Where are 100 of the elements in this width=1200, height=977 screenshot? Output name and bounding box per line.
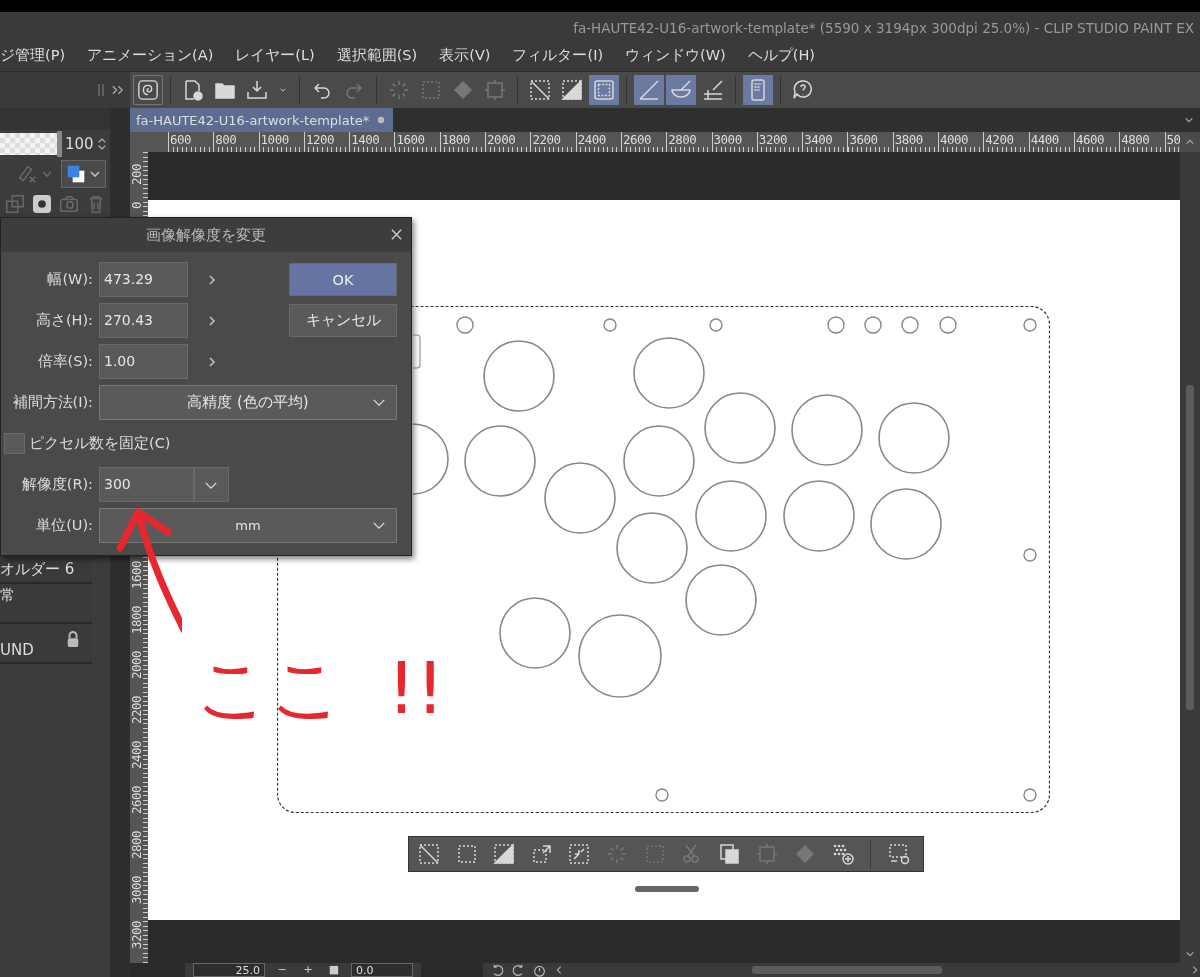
dropdown-value: mm bbox=[235, 518, 261, 533]
ruler-label: 2600 bbox=[130, 786, 143, 817]
input-field[interactable]: 270.43 bbox=[99, 303, 188, 338]
download-icon bbox=[245, 78, 269, 102]
toolbar-button[interactable] bbox=[133, 75, 163, 105]
zoom-control[interactable]: − bbox=[273, 963, 291, 977]
dialog-button[interactable]: OK bbox=[289, 263, 397, 296]
selection-frame-icon bbox=[592, 78, 616, 102]
menu-item[interactable]: フィルター(I) bbox=[501, 46, 615, 65]
ruler-pen-icon bbox=[637, 78, 661, 102]
caret-icon[interactable] bbox=[1184, 115, 1194, 125]
toolbar-button[interactable] bbox=[634, 75, 664, 105]
ruler-label: 3000 bbox=[130, 876, 143, 907]
ruler-label: 3600 bbox=[847, 132, 893, 147]
rotate-left-icon[interactable] bbox=[491, 963, 504, 977]
toolbar-button[interactable] bbox=[666, 75, 696, 105]
ruler-label: 1600 bbox=[394, 132, 440, 147]
ruler-label: 4000 bbox=[938, 132, 984, 147]
rotation-field[interactable]: 0.0 bbox=[351, 963, 413, 977]
ruler-label: 3200 bbox=[756, 132, 803, 147]
layer-row[interactable]: オルダー 6 bbox=[0, 558, 92, 584]
invert-selection-icon bbox=[560, 78, 584, 102]
menu-item[interactable]: ヘルプ(H) bbox=[736, 46, 826, 65]
input-field[interactable]: 1.00 bbox=[99, 344, 188, 379]
menu-item[interactable]: 選択範囲(S) bbox=[325, 46, 429, 65]
grip-icon[interactable] bbox=[97, 82, 105, 98]
color-swatch-icon bbox=[66, 164, 86, 184]
dropdown[interactable]: 高精度 (色の平均) bbox=[99, 385, 397, 420]
slider-handle[interactable] bbox=[57, 131, 62, 157]
ruler-label: 4600 bbox=[1073, 132, 1120, 147]
zoom-field[interactable]: 25.0 bbox=[193, 963, 265, 977]
caret-icon bbox=[89, 168, 101, 180]
opacity-slider[interactable] bbox=[0, 133, 57, 155]
document-tab[interactable]: fa-HAUTE42-U16-artwork-template* bbox=[130, 108, 394, 132]
ruler-label: 600 bbox=[168, 132, 214, 147]
double-chevron-icon[interactable] bbox=[111, 84, 124, 96]
mask-icon bbox=[31, 193, 53, 215]
transform-icon bbox=[755, 842, 780, 866]
scroll-left-icon[interactable] bbox=[554, 965, 564, 975]
scroll-right-icon[interactable] bbox=[1190, 965, 1200, 975]
color-button[interactable] bbox=[61, 160, 106, 188]
pen-cross-icon bbox=[16, 163, 38, 185]
ruler-label: 2200 bbox=[530, 132, 576, 147]
caret-icon bbox=[372, 520, 386, 531]
opacity-value: 100 bbox=[65, 135, 94, 153]
field-label: 補間方法(I): bbox=[11, 393, 94, 412]
dialog-button[interactable]: キャンセル bbox=[289, 304, 397, 337]
menu-item[interactable]: レイヤー(L) bbox=[224, 46, 326, 65]
ruler-label: 1600 bbox=[130, 561, 143, 592]
scrollbar-thumb[interactable] bbox=[1186, 385, 1194, 710]
menu-item[interactable]: アニメーション(A) bbox=[76, 46, 225, 65]
rotate-right-icon[interactable] bbox=[512, 963, 525, 977]
menu-item[interactable]: ウィンドウ(W) bbox=[614, 46, 737, 65]
app-logo-icon bbox=[137, 78, 159, 102]
checkbox[interactable] bbox=[4, 433, 25, 454]
scroll-up-icon[interactable] bbox=[1185, 137, 1195, 147]
ruler-label: 1800 bbox=[130, 606, 143, 637]
zoom-control[interactable]: ■ bbox=[325, 963, 343, 977]
ruler-label: 4400 bbox=[1028, 132, 1074, 147]
vertical-scrollbar[interactable] bbox=[1180, 152, 1200, 963]
checkbox-label: ピクセル数を固定(C) bbox=[29, 434, 171, 453]
ruler-label: 3400 bbox=[802, 132, 848, 147]
copy-icon bbox=[717, 842, 742, 866]
toolbar-button[interactable] bbox=[589, 75, 619, 105]
spinner-icon bbox=[387, 78, 411, 102]
layer-row[interactable]: 常 bbox=[0, 584, 92, 624]
input-field[interactable]: 473.29 bbox=[99, 262, 188, 297]
scrollbar-thumb[interactable] bbox=[752, 966, 942, 974]
ruler-label: 4200 bbox=[983, 132, 1029, 147]
ruler-label: 1200 bbox=[303, 132, 350, 147]
ruler-label: 1400 bbox=[349, 132, 395, 147]
field-label: 解像度(R): bbox=[20, 475, 94, 494]
menu-item[interactable]: ジ管理(P) bbox=[0, 46, 77, 65]
transform-icon bbox=[483, 78, 507, 102]
invert-selection-icon bbox=[492, 842, 517, 866]
field-label: 高さ(H): bbox=[34, 311, 94, 330]
lock-icon[interactable] bbox=[66, 630, 80, 648]
layer-name: UND bbox=[0, 641, 34, 659]
dropdown[interactable]: mm bbox=[99, 508, 397, 543]
ruler-label: 3800 bbox=[892, 132, 939, 147]
scroll-down-icon[interactable] bbox=[1185, 949, 1195, 959]
reset-rotation-icon[interactable] bbox=[533, 963, 546, 977]
layer-tool-button[interactable] bbox=[31, 193, 53, 215]
close-icon[interactable] bbox=[390, 228, 403, 241]
input-field[interactable]: 300 bbox=[99, 467, 194, 502]
zoom-control[interactable]: + bbox=[299, 963, 317, 977]
menu-item[interactable]: 表示(V) bbox=[428, 46, 502, 65]
ruler-label: 2400 bbox=[575, 132, 621, 147]
window-title: fa-HAUTE42-U16-artwork-template* (5590 x 3194px 300dpi 25.0%) - CLIP STUDIO PAINT EX bbox=[573, 20, 1194, 36]
stacked-squares-icon bbox=[4, 193, 26, 215]
ruler-label: 800 bbox=[213, 132, 259, 147]
ruler-label: 2000 bbox=[130, 651, 143, 682]
ruler-label: 1000 bbox=[258, 132, 304, 147]
ruler-label: 1800 bbox=[439, 132, 486, 147]
dotted-square-icon bbox=[419, 78, 443, 102]
ruler-label: 200 bbox=[130, 164, 143, 188]
drag-handle[interactable] bbox=[635, 886, 699, 892]
ruler-label: 2800 bbox=[666, 132, 712, 147]
caret-icon bbox=[41, 168, 53, 180]
clear-selection-icon bbox=[528, 78, 552, 102]
